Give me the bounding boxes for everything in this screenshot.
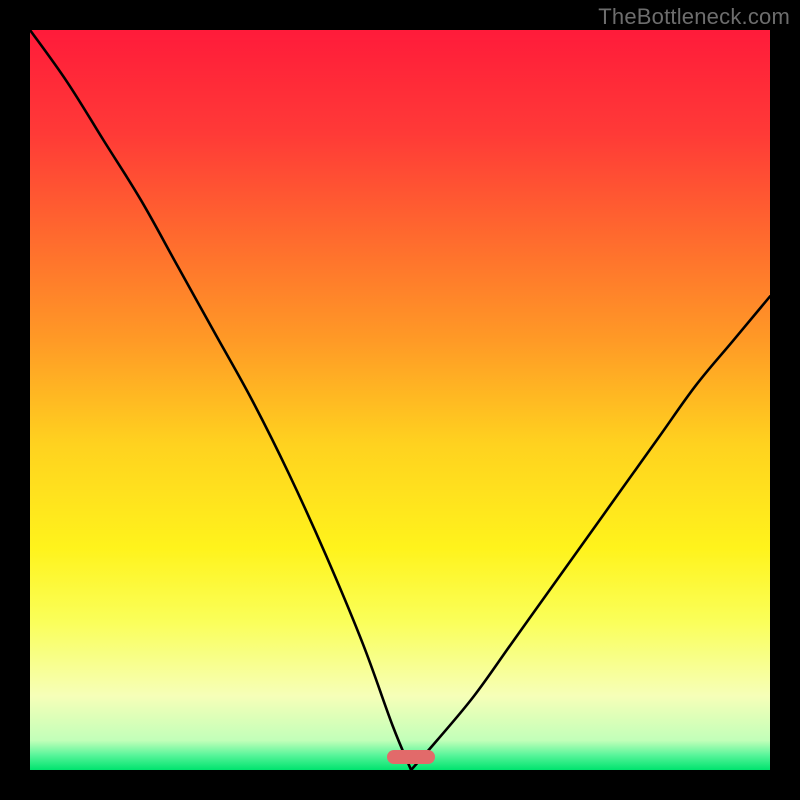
optimum-marker (387, 750, 435, 764)
curve-right (411, 296, 770, 770)
bottleneck-curve (30, 30, 770, 770)
curve-left (30, 30, 411, 770)
chart-stage: TheBottleneck.com (0, 0, 800, 800)
plot-region (30, 30, 770, 770)
watermark-text: TheBottleneck.com (598, 4, 790, 30)
